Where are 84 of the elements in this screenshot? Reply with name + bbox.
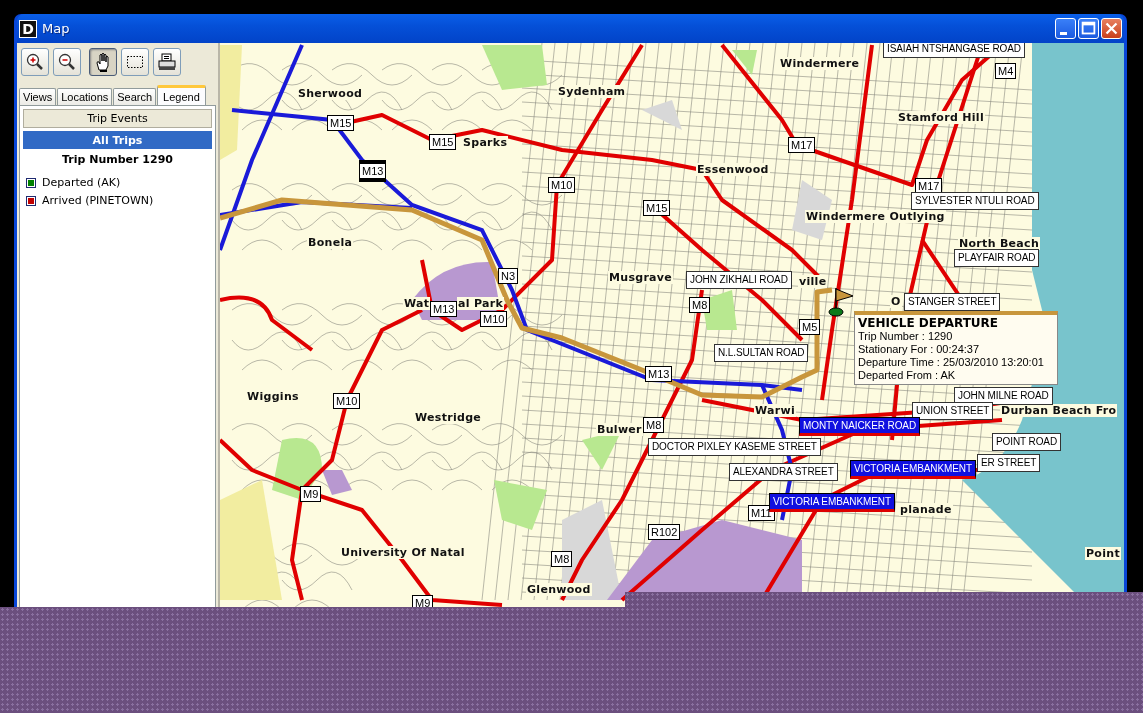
print-button[interactable] [153,48,181,76]
group-row[interactable]: All Trips [23,131,212,149]
minimize-button[interactable] [1055,18,1076,39]
street-label: SYLVESTER NTULI ROAD [911,192,1039,210]
zoom-out-button[interactable] [53,48,81,76]
street-label: STANGER STREET [904,293,1001,311]
road-shield: R102 [648,524,681,540]
place-label: Windermere Outlying [805,210,946,223]
place-label: ville [798,275,828,288]
printer-icon [157,52,177,72]
road-shield: M4 [995,63,1017,79]
trip-title: Trip Number 1290 [61,152,174,168]
zoom-out-icon [57,52,77,72]
popup-line: Trip Number : 1290 [858,330,954,343]
road-shield: M5 [799,319,821,335]
place-label: Bonela [307,236,354,249]
place-label: Glenwood [526,583,592,596]
place-label: O [890,295,902,308]
legend-item[interactable]: Departed (AK) [42,176,121,189]
place-label: al Park [457,297,505,310]
route-street-label: VICTORIA EMBANKMENT [769,493,895,512]
window-title: Map [42,21,71,36]
panel-tab[interactable]: Locations [57,88,113,105]
road-shield: M9 [300,486,322,502]
road-shield: N3 [498,268,519,284]
road-shield: M11 [748,505,775,521]
place-label: Wiggins [246,390,300,403]
route-street-label: VICTORIA EMBANKMENT [850,460,976,479]
place-label: Sparks [462,136,509,149]
street-label: N.L.SULTAN ROAD [714,344,809,362]
zoom-in-button[interactable] [21,48,49,76]
road-shield: M8 [551,551,573,567]
street-label: PLAYFAIR ROAD [954,249,1040,267]
select-area-button[interactable] [121,48,149,76]
place-label: Wat [403,297,431,310]
road-shield: M15 [327,115,355,131]
place-label: Sydenham [557,85,627,98]
maximize-button[interactable] [1078,18,1099,39]
road-shield: M10 [548,177,576,193]
road-shield: M8 [643,417,665,433]
street-label: UNION STREET [912,402,994,420]
popup-line: Departed From : AK [858,369,957,382]
popup-line: Departure Time : 25/03/2010 13:20:01 [858,356,1045,369]
street-label: POINT ROAD [992,433,1062,451]
place-label: Essenwood [696,163,770,176]
road-shield: M15 [643,200,671,216]
legend-item[interactable]: Arrived (PINETOWN) [42,194,154,207]
place-label: Warwi [754,404,797,417]
place-label: Bulwer [596,423,643,436]
street-label: ISAIAH NTSHANGASE ROAD [883,43,1025,58]
place-label: Musgrave [608,271,674,284]
close-button[interactable] [1101,18,1122,39]
street-label: JOHN ZIKHALI ROAD [686,271,792,289]
road-shield: M13 [359,160,387,182]
place-label: University Of Natal [340,546,466,559]
place-label: planade [899,503,953,516]
street-label: ALEXANDRA STREET [729,463,838,481]
road-shield: M15 [429,134,457,150]
street-label: DOCTOR PIXLEY KASEME STREET [648,438,821,456]
panel-tab[interactable]: Search [113,88,157,105]
panel-tab[interactable]: Legend [157,85,206,106]
road-shield: M17 [788,137,816,153]
place-label: Point [1085,547,1121,560]
road-shield: M10 [480,311,508,327]
app-logo: D [19,19,37,38]
minimize-icon [1060,32,1067,35]
popup-line: Stationary For : 00:24:37 [858,343,981,356]
road-shield: M13 [645,366,673,382]
place-label: Sherwood [297,87,364,100]
zoom-in-icon [25,52,45,72]
place-label: Stamford Hill [897,111,985,124]
road-shield: M10 [333,393,361,409]
road-shield: M13 [430,301,458,317]
route-street-label: MONTY NAICKER ROAD [799,417,921,436]
street-label: JOHN MILNE ROAD [954,387,1053,405]
panel-tab[interactable]: Views [19,88,57,105]
place-label: Windermere [779,57,861,70]
street-label: ER STREET [977,454,1041,472]
pan-button[interactable] [89,48,117,76]
place-label: Westridge [414,411,483,424]
trip-events-header[interactable]: Trip Events [23,109,212,128]
road-shield: M8 [689,297,711,313]
place-label: Durban Beach Fro [1000,404,1118,417]
popup-title: VEHICLE DEPARTURE [858,316,1000,330]
